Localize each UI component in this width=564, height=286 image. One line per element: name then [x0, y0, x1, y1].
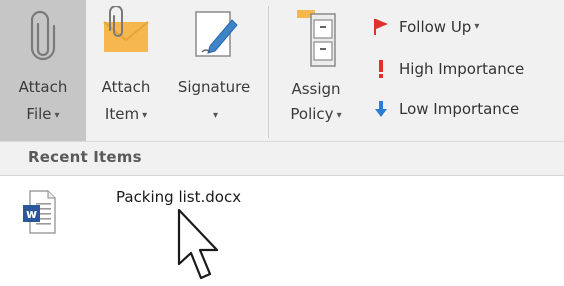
assign-policy-label-line2: Policy [290, 105, 334, 123]
recent-items-title: Recent Items [28, 148, 142, 166]
assign-policy-label-line1: Assign [291, 80, 341, 98]
signature-label-line1: Signature [177, 78, 251, 96]
attach-file-button[interactable]: Attach File ▾ [0, 0, 86, 141]
attach-file-label-line2: File [26, 105, 52, 123]
down-arrow-icon [372, 100, 390, 118]
recent-item-filename: Packing list.docx [116, 188, 242, 206]
signature-pen-icon [188, 6, 240, 66]
attach-item-button[interactable]: Attach Item ▾ [86, 0, 166, 141]
envelope-attachment-icon [98, 5, 154, 62]
group-separator [268, 6, 269, 138]
red-flag-icon [372, 18, 390, 36]
svg-text:w: w [26, 207, 37, 221]
chevron-down-icon: ▾ [142, 110, 148, 121]
follow-up-label: Follow Up [399, 18, 472, 36]
paperclip-icon [29, 10, 57, 66]
chevron-down-icon: ▾ [474, 20, 480, 32]
high-importance-label: High Importance [399, 60, 525, 78]
signature-button[interactable]: Signature ▾ [166, 0, 262, 141]
high-importance-button[interactable]: High Importance [372, 56, 524, 82]
attach-item-label-line2: Item [104, 105, 140, 123]
mouse-pointer-icon [176, 208, 228, 286]
attach-item-label-line1: Attach [101, 78, 151, 96]
low-importance-label: Low Importance [399, 100, 520, 118]
policy-cabinet-icon [291, 6, 341, 72]
assign-policy-button[interactable]: Assign Policy ▾ [276, 0, 356, 141]
follow-up-button[interactable]: Follow Up ▾ [372, 14, 479, 40]
recent-item-packing-list[interactable] [0, 176, 564, 282]
attach-file-label-line1: Attach [18, 78, 68, 96]
chevron-down-icon: ▾ [54, 110, 60, 121]
low-importance-button[interactable]: Low Importance [372, 96, 519, 122]
exclamation-icon [372, 59, 390, 79]
word-document-icon: w [22, 190, 56, 238]
chevron-down-icon: ▾ [336, 110, 342, 121]
chevron-down-icon: ▾ [212, 110, 219, 121]
